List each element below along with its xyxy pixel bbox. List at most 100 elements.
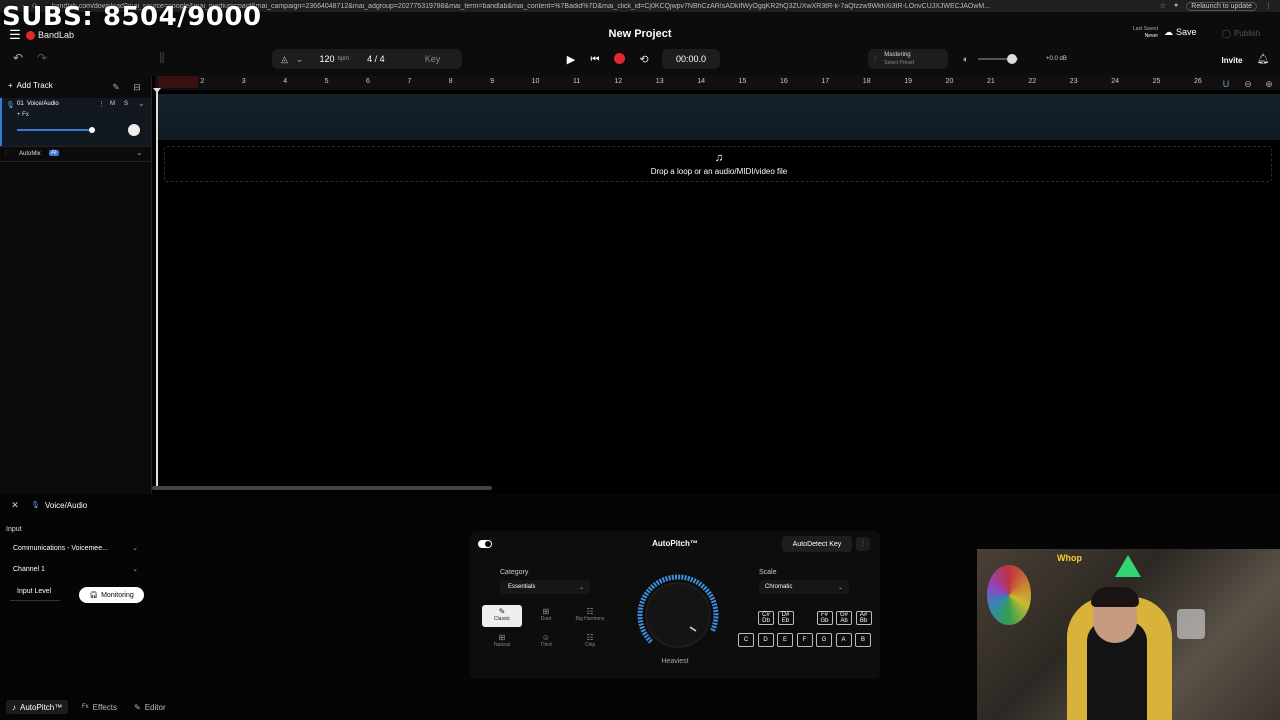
- pan-knob[interactable]: [128, 124, 140, 136]
- key-f-sharp[interactable]: F# Gb: [816, 611, 833, 625]
- key-a-sharp[interactable]: A# Bb: [855, 611, 872, 625]
- snap-magnet-icon[interactable]: U: [1220, 78, 1232, 90]
- playhead[interactable]: [156, 90, 158, 490]
- browser-menu-icon[interactable]: ⋮: [1265, 2, 1272, 11]
- input-device-select[interactable]: Communications - Voicemee... ⌄: [8, 541, 142, 555]
- key-c-sharp[interactable]: C# Db: [758, 611, 774, 625]
- mastering-button[interactable]: ⫶ Mastering Select Preset: [868, 49, 948, 69]
- play-icon[interactable]: ▶: [564, 52, 578, 66]
- key-g[interactable]: G: [816, 633, 832, 647]
- skip-to-start-icon[interactable]: ⏮: [588, 52, 602, 66]
- ruler-bar-4: 4: [283, 78, 288, 85]
- key-f[interactable]: F: [796, 633, 813, 647]
- key-g-sharp[interactable]: G# Ab: [836, 611, 852, 625]
- time-signature[interactable]: 4 / 4: [367, 54, 385, 64]
- knob-label: Heaviest: [661, 658, 689, 665]
- horizontal-scrollbar[interactable]: [152, 486, 492, 490]
- chevron-down-icon[interactable]: ⌄: [136, 148, 143, 157]
- whop-sign: Whop: [1057, 553, 1082, 563]
- mute-button[interactable]: M: [110, 101, 115, 107]
- undo-icon[interactable]: ↶: [10, 51, 26, 65]
- channel-select[interactable]: Channel 1 ⌄: [8, 562, 142, 576]
- scale-select[interactable]: Chromatic ⌄: [759, 580, 849, 594]
- close-icon[interactable]: ✕: [10, 500, 20, 510]
- profile-icon[interactable]: ●: [1174, 2, 1178, 11]
- solo-button[interactable]: S: [124, 101, 128, 107]
- playhead-marker[interactable]: [153, 88, 161, 93]
- record-button[interactable]: [614, 53, 625, 64]
- add-track-button[interactable]: + Add Track: [8, 81, 53, 90]
- category-select[interactable]: Essentials ⌄: [500, 580, 590, 594]
- track-volume-slider[interactable]: [17, 129, 92, 131]
- track-lane-voice-audio[interactable]: [157, 94, 1280, 140]
- mic-icon: 🎙︎: [31, 502, 40, 509]
- chevron-down-icon[interactable]: ⌄: [296, 54, 304, 65]
- autopitch-tab-icon: ♪: [12, 702, 16, 712]
- add-fx-button[interactable]: + Fx: [17, 112, 29, 118]
- zoom-out-icon[interactable]: ⊖: [1242, 78, 1254, 90]
- zoom-in-icon[interactable]: ⊕: [1263, 78, 1275, 90]
- tab-autopitch-label: AutoPitch™: [20, 702, 63, 712]
- subs-counter-overlay: SUBS: 8504/9000: [2, 2, 262, 32]
- automix-row[interactable]: ⫶ AutoMix AI ⌄: [0, 146, 151, 162]
- notification-bell-icon[interactable]: 🔔︎: [1256, 52, 1270, 66]
- autopitch-settings-icon[interactable]: ⫶: [856, 537, 870, 551]
- tab-effects-label: Effects: [92, 702, 117, 712]
- preset-classic[interactable]: ✎ Classic: [482, 605, 522, 627]
- relaunch-button[interactable]: Relaunch to update: [1186, 1, 1257, 11]
- ruler-bar-6: 6: [366, 78, 370, 85]
- autodetect-key-button[interactable]: AutoDetect Key: [782, 536, 852, 552]
- chevron-down-icon[interactable]: ⌄: [138, 99, 145, 108]
- chevron-down-icon: ⌄: [132, 545, 138, 552]
- track-settings-icon[interactable]: ⊟: [131, 81, 143, 93]
- monitoring-button[interactable]: 🎧︎ Monitoring: [79, 587, 144, 603]
- pencil-icon[interactable]: ✎: [110, 81, 122, 93]
- preset-chip[interactable]: ☷ Chip: [570, 631, 610, 653]
- tab-effects[interactable]: Fx Effects: [82, 700, 117, 714]
- globe-icon: ◯: [1222, 29, 1231, 38]
- category-label: Category: [500, 569, 529, 576]
- ruler-bar-22: 22: [1028, 78, 1037, 85]
- drop-zone[interactable]: ♫ Drop a loop or an audio/MIDI/video fil…: [164, 146, 1272, 182]
- preset-third[interactable]: ☺ Third: [526, 631, 566, 653]
- publish-button[interactable]: ◯ Publish: [1222, 29, 1260, 38]
- key-d[interactable]: D: [757, 633, 774, 647]
- pitch-knob[interactable]: [630, 571, 730, 663]
- bpm-value[interactable]: 120: [319, 54, 334, 64]
- save-status-value: Never: [1144, 33, 1158, 39]
- ruler-bar-21: 21: [987, 78, 995, 85]
- key-a[interactable]: A: [835, 633, 852, 647]
- key-e[interactable]: E: [777, 633, 793, 647]
- prize-wheel-image: [987, 565, 1031, 625]
- speaker-icon[interactable]: 🔈︎: [959, 52, 973, 66]
- redo-icon[interactable]: ↷: [34, 51, 50, 65]
- volume-slider-thumb[interactable]: [1007, 54, 1017, 64]
- mixer-icon[interactable]: ⫼: [154, 51, 170, 65]
- star-icon[interactable]: ☆: [1160, 2, 1166, 11]
- track-more-icon[interactable]: ⋮: [98, 100, 105, 108]
- track-name[interactable]: 01 Voice/Audio: [17, 101, 59, 107]
- track-volume-thumb[interactable]: [89, 127, 95, 133]
- loop-region[interactable]: [158, 76, 198, 88]
- tab-editor-label: Editor: [144, 702, 166, 712]
- neon-triangle-sign: [1115, 555, 1141, 577]
- preset-big-harmony[interactable]: ☷ Big Harmony: [570, 605, 610, 627]
- invite-button[interactable]: Invite: [1216, 54, 1248, 67]
- preset-icon: ✎: [498, 607, 506, 616]
- ruler-bar-16: 16: [780, 78, 788, 85]
- timeline-ruler[interactable]: 1234567891011121314151617181920212223242…: [155, 76, 1280, 90]
- key-b[interactable]: B: [855, 633, 871, 647]
- key-c[interactable]: C: [738, 633, 754, 647]
- tab-autopitch[interactable]: ♪ AutoPitch™: [6, 700, 69, 714]
- metronome-icon[interactable]: ◬: [281, 54, 288, 65]
- preset-duet[interactable]: ⊞ Duet: [526, 605, 566, 627]
- loop-icon[interactable]: ⟲: [637, 52, 651, 66]
- key-selector[interactable]: Key: [425, 54, 441, 64]
- tab-editor[interactable]: ✎ Editor: [134, 700, 166, 714]
- track-header-voice-audio[interactable]: 🎙︎ 01 Voice/Audio ⋮ M S ⌄ + Fx: [0, 98, 151, 146]
- ruler-bar-18: 18: [862, 78, 871, 85]
- chevron-down-icon: ⌄: [837, 584, 843, 591]
- preset-natural[interactable]: ⊞ Natural: [482, 631, 522, 653]
- save-button[interactable]: ☁ Save: [1164, 27, 1197, 38]
- key-d-sharp[interactable]: D# Eb: [777, 611, 794, 625]
